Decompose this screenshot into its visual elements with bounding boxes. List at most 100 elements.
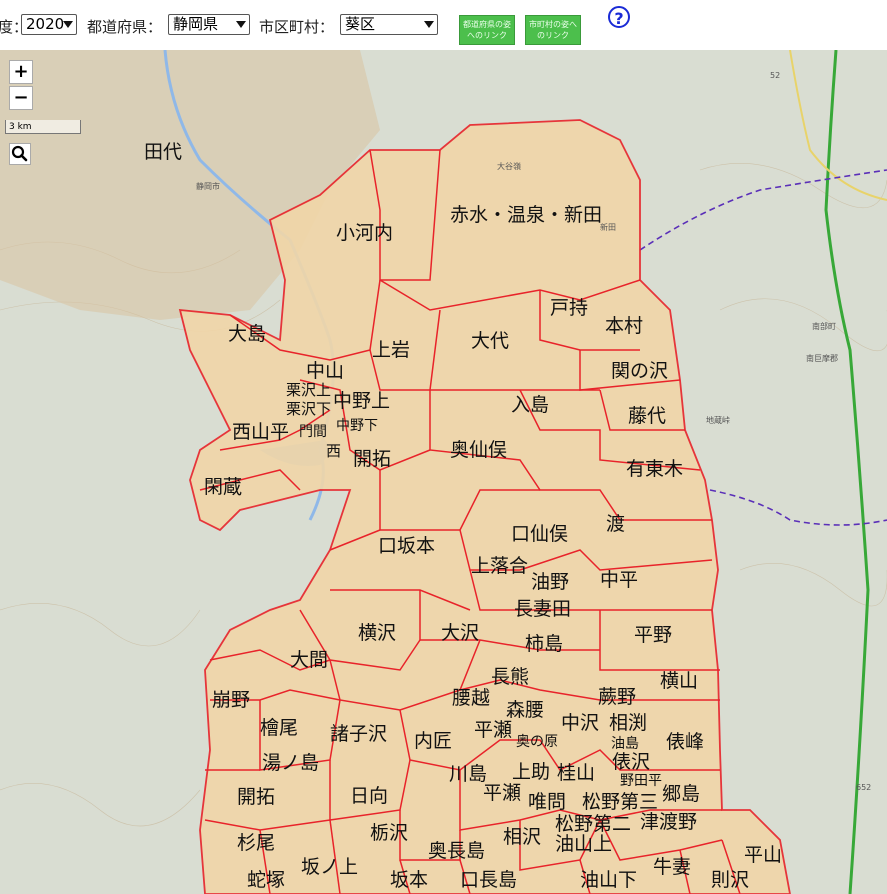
district-label: 俵峰 (666, 731, 704, 753)
district-label: 森腰 (506, 699, 544, 721)
map-view[interactable]: 静岡市 南部町 南巨摩郡 地蔵峠 大谷嶺 新田 52 652 田代 小河内 赤水… (0, 50, 887, 894)
district-label: 有東木 (626, 458, 683, 480)
district-label: 奥の原 (516, 733, 558, 750)
prefecture-select[interactable]: 静岡県 (168, 14, 250, 35)
district-label: 蛇塚 (247, 869, 285, 891)
year-select[interactable]: 2020 (21, 14, 77, 35)
district-label: 郷島 (662, 783, 700, 805)
district-label: 唯問 (528, 791, 566, 813)
district-label: 小河内 (336, 222, 393, 244)
district-label: 藤代 (628, 405, 666, 427)
district-label: 口長島 (460, 869, 517, 891)
district-label: 湯ノ島 (262, 752, 319, 774)
district-label: 油山下 (580, 869, 637, 891)
district-label: 中沢 (561, 712, 599, 734)
base-label: 52 (770, 71, 780, 80)
zoom-out-button[interactable]: − (9, 86, 33, 110)
district-label: 腰越 (452, 687, 490, 709)
district-label: 上岩 (372, 339, 410, 361)
district-label: 大代 (471, 330, 509, 352)
prefecture-label: 都道府県： (87, 18, 163, 36)
district-label: 上落合 (471, 555, 528, 577)
prefecture-profile-link[interactable]: 都道府県の姿へのリンク (459, 15, 515, 45)
district-label: 長妻田 (514, 598, 571, 620)
district-label: 栗沢下 (286, 400, 331, 418)
district-label: 俵沢 (612, 751, 650, 773)
district-label: 戸持 (550, 297, 588, 319)
search-button[interactable] (9, 143, 31, 165)
district-label: 渡 (606, 513, 625, 535)
district-label: 相渕 (609, 712, 647, 734)
district-label: 平瀬 (483, 782, 521, 804)
base-label: 静岡市 (196, 181, 220, 191)
city-label: 市区町村： (259, 18, 335, 36)
zoom-in-button[interactable]: + (9, 60, 33, 84)
district-label: 口坂本 (378, 535, 435, 557)
chevron-down-icon (424, 21, 434, 28)
district-label: 則沢 (711, 869, 749, 891)
district-label: 諸子沢 (330, 723, 387, 745)
toolbar: 度： 2020 都道府県： 静岡県 市区町村： 葵区 都道府県の姿へのリンク 市… (0, 0, 887, 50)
district-label: 関の沢 (611, 360, 668, 382)
district-label: 奥長島 (428, 840, 485, 862)
district-label: 蕨野 (598, 686, 636, 708)
district-label: 大間 (290, 649, 328, 671)
city-profile-link[interactable]: 市町村の姿へのリンク (525, 15, 581, 45)
district-label: 杉尾 (237, 832, 275, 854)
district-label: 平野 (634, 624, 672, 646)
district-label: 崩野 (212, 689, 250, 711)
district-label: 横沢 (358, 622, 396, 644)
district-label: 内匠 (414, 730, 452, 752)
district-label: 中平 (600, 569, 638, 591)
base-label: 南部町 (812, 321, 836, 331)
district-label: 牛妻 (653, 856, 691, 878)
chevron-down-icon (236, 21, 246, 28)
district-label: 坂本 (390, 869, 428, 891)
base-label: 新田 (600, 222, 616, 232)
district-label: 口仙俣 (511, 523, 568, 545)
district-label: 津渡野 (640, 811, 697, 833)
district-label: 田代 (144, 141, 182, 163)
district-label: 油島 (611, 736, 639, 752)
district-label: 栗沢上 (286, 381, 331, 399)
district-label: 油野 (531, 571, 569, 593)
base-label: 南巨摩郡 (806, 353, 838, 363)
district-label: 西山平 (232, 421, 289, 443)
district-label: 栃沢 (370, 822, 408, 844)
district-label: 檜尾 (260, 716, 298, 739)
district-label: 中野下 (336, 418, 378, 434)
base-label: 地蔵峠 (706, 415, 730, 425)
district-label: 開拓 (237, 786, 275, 808)
district-label: 閑蔵 (204, 476, 242, 498)
district-label: 本村 (605, 315, 643, 337)
city-select[interactable]: 葵区 (340, 14, 438, 35)
district-label: 奥仙俣 (450, 439, 507, 461)
prefecture-select-value: 静岡県 (173, 15, 219, 33)
district-label: 長熊 (491, 666, 529, 688)
district-label: 赤水・温泉・新田 (450, 204, 602, 226)
district-label: 門間 (299, 424, 327, 440)
scale-bar: 3 km (5, 120, 81, 134)
map-canvas: 静岡市 南部町 南巨摩郡 地蔵峠 大谷嶺 新田 52 652 田代 小河内 赤水… (0, 50, 887, 894)
year-select-value: 2020 (26, 15, 65, 33)
help-icon[interactable]: ? (608, 6, 630, 28)
base-label: 652 (856, 783, 871, 792)
district-label: 日向 (350, 785, 388, 807)
district-label: 大島 (228, 323, 266, 345)
district-label: 中野上 (333, 390, 390, 412)
district-label: 川島 (449, 763, 487, 785)
city-select-value: 葵区 (345, 15, 376, 33)
district-label: 平瀬 (474, 719, 512, 741)
district-label: 上助 (512, 761, 550, 783)
district-label: 柿島 (525, 633, 563, 655)
district-label: 野田平 (620, 773, 662, 789)
district-label: 平山 (744, 844, 782, 866)
district-label: 開拓 (353, 448, 391, 470)
district-label: 中山 (306, 360, 344, 382)
district-label: 入島 (511, 394, 549, 416)
district-label: 相沢 (503, 826, 541, 848)
district-label: 桂山 (557, 762, 595, 784)
district-label: 油山上 (555, 833, 612, 855)
district-label: 松野第二 (555, 813, 631, 835)
district-label: 西 (326, 442, 341, 460)
